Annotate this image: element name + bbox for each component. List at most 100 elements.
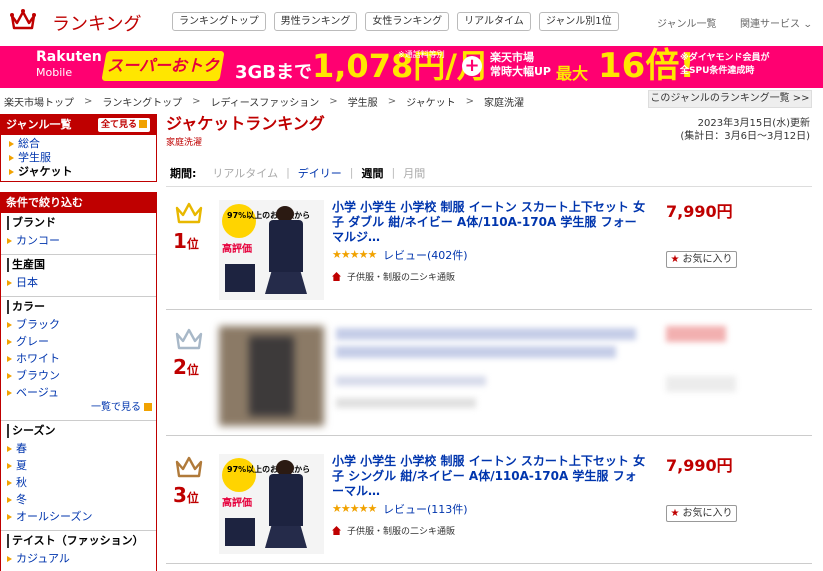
- filter-group-title: ブランド: [7, 216, 156, 230]
- product-title[interactable]: 小学 小学生 小学校 制服 イートン スカート上下セット 女子 シングル 紺/ネ…: [332, 454, 647, 499]
- rating-stars-icon: ★★★★★: [332, 248, 377, 261]
- filter-group-title: 生産国: [7, 258, 156, 272]
- nav-realtime[interactable]: リアルタイム: [457, 12, 531, 31]
- review-link[interactable]: レビュー(113件): [383, 501, 468, 517]
- filter-group-brand: ブランド カンコー: [1, 213, 156, 255]
- genre-item-current[interactable]: ジャケット: [9, 165, 156, 179]
- shop-name: 子供服・制服の二シキ通販: [347, 527, 456, 537]
- filter-item[interactable]: 冬: [7, 491, 156, 508]
- see-all-button[interactable]: 全て見る: [97, 118, 150, 132]
- filter-item[interactable]: 日本: [7, 274, 156, 291]
- nav-men-ranking[interactable]: 男性ランキング: [273, 12, 358, 31]
- blurred-fav[interactable]: [666, 376, 736, 392]
- thumb-jacket: [269, 220, 303, 272]
- banner-brand-name: Rakuten: [36, 49, 102, 65]
- period-realtime[interactable]: リアルタイム: [212, 165, 278, 181]
- blurred-shop: [336, 398, 476, 408]
- product-thumbnail[interactable]: [219, 326, 324, 426]
- period-weekly[interactable]: 週間: [362, 165, 384, 181]
- banner-ichiba-line1: 楽天市場: [490, 51, 534, 64]
- genre-item[interactable]: 学生服: [9, 151, 156, 165]
- rank-number: 2位: [173, 355, 199, 379]
- banner-dia-line2: 全SPU条件達成時: [680, 66, 755, 76]
- breadcrumb-item[interactable]: 楽天市場トップ: [4, 94, 74, 109]
- thumb-skirt: [265, 526, 307, 548]
- product-thumbnail[interactable]: 97%以上のお客様から 高評価: [219, 200, 324, 300]
- nav-pills: ランキングトップ 男性ランキング 女性ランキング リアルタイム ジャンル別1位: [172, 12, 619, 31]
- filter-group-taste: テイスト（ファッション） カジュアル: [1, 531, 156, 571]
- banner-gb: 3GBまで: [235, 62, 313, 83]
- banner-brand: Rakuten Mobile: [36, 49, 102, 81]
- header: ランキング ランキングトップ 男性ランキング 女性ランキング リアルタイム ジャ…: [0, 0, 823, 42]
- rank-suffix: 位: [186, 237, 199, 251]
- filter-item[interactable]: 春: [7, 440, 156, 457]
- genre-list-link[interactable]: ジャンル一覧: [657, 15, 717, 30]
- see-all-label: 全て見る: [100, 120, 137, 130]
- period-monthly[interactable]: 月間: [403, 165, 425, 181]
- banner-diamond-note: ※ダイヤモンド会員が 全SPU条件達成時: [680, 52, 769, 78]
- breadcrumb-separator: >: [329, 95, 338, 107]
- breadcrumb-item-current[interactable]: 家庭洗濯: [484, 94, 524, 109]
- filter-item[interactable]: カジュアル: [7, 550, 156, 567]
- square-arrow-icon: [144, 403, 152, 411]
- filter-item[interactable]: ホワイト: [7, 350, 156, 367]
- show-list-link[interactable]: 一覧で見る: [7, 401, 156, 415]
- thumb-jacket: [269, 474, 303, 526]
- banner-note: ※通話料等別: [398, 50, 445, 59]
- crown-logo-icon[interactable]: [10, 8, 36, 32]
- star-icon: ★: [670, 508, 680, 519]
- related-services-link[interactable]: 関連サービス ⌄: [740, 15, 813, 30]
- favorite-button[interactable]: ★ お気に入り: [666, 505, 737, 522]
- rank-value: 2: [173, 355, 187, 379]
- show-list-label: 一覧で見る: [91, 402, 141, 413]
- filter-item[interactable]: グレー: [7, 333, 156, 350]
- shop-name: 子供服・制服の二シキ通販: [347, 273, 456, 283]
- shop-link[interactable]: 子供服・制服の二シキ通販: [332, 270, 455, 283]
- breadcrumb-item[interactable]: 学生服: [348, 94, 378, 109]
- promo-banner[interactable]: Rakuten Mobile スーパーおトク 3GBまで 1,078円/月 ※通話…: [0, 46, 823, 88]
- related-services-label: 関連サービス: [740, 19, 800, 30]
- rank-value: 1: [173, 229, 187, 253]
- thumb-badge-text: 97%以上のお客様から: [227, 211, 311, 220]
- thumb-label: 高評価: [222, 498, 252, 509]
- breadcrumb-item[interactable]: レディースファッション: [210, 94, 319, 109]
- square-arrow-icon: [139, 120, 147, 128]
- filter-group-season: シーズン 春 夏 秋 冬 オールシーズン: [1, 421, 156, 531]
- update-info: 2023年3月15日(水)更新 (集計日：3月6日～3月12日): [680, 117, 810, 143]
- filter-item[interactable]: オールシーズン: [7, 508, 156, 525]
- filter-box-header: 条件で絞り込む: [1, 193, 156, 213]
- blurred-title[interactable]: [336, 328, 636, 340]
- filter-item[interactable]: カンコー: [7, 232, 156, 249]
- filter-item[interactable]: ベージュ: [7, 384, 156, 401]
- breadcrumb-separator: >: [387, 95, 397, 107]
- favorite-button[interactable]: ★ お気に入り: [666, 251, 737, 268]
- rank-suffix: 位: [186, 491, 199, 505]
- filter-item[interactable]: ブラウン: [7, 367, 156, 384]
- period-range: (集計日：3月6日～3月12日): [680, 131, 810, 142]
- breadcrumb-item[interactable]: ランキングトップ: [102, 94, 182, 109]
- period-label: 期間:: [170, 166, 197, 180]
- nav-ranking-top[interactable]: ランキングトップ: [172, 12, 266, 31]
- filter-item[interactable]: ブラック: [7, 316, 156, 333]
- blurred-title[interactable]: [336, 346, 616, 358]
- breadcrumb-separator: >: [465, 95, 474, 107]
- product-title[interactable]: 小学 小学生 小学校 制服 イートン スカート上下セット 女子 ダブル 紺/ネイ…: [332, 200, 647, 245]
- sidebar: ジャンル一覧 全て見る 総合 学生服 ジャケット 条件で絞り込む ブランド カン…: [0, 114, 157, 571]
- review-link[interactable]: レビュー(402件): [383, 247, 468, 263]
- thumb-flat-jacket: [225, 264, 255, 292]
- ranking-row: 1位 97%以上のお客様から 高評価 小学 小学生 小学校 制服 イートン スカ…: [166, 188, 812, 310]
- filter-item[interactable]: 夏: [7, 457, 156, 474]
- nav-genre-first[interactable]: ジャンル別1位: [538, 12, 619, 31]
- breadcrumb-item[interactable]: ジャケット: [406, 94, 456, 109]
- ranking-row: 2位: [166, 314, 812, 436]
- product-thumbnail[interactable]: 97%以上のお客様から 高評価: [219, 454, 324, 554]
- genre-item[interactable]: 総合: [9, 137, 156, 151]
- nav-women-ranking[interactable]: 女性ランキング: [365, 12, 450, 31]
- shop-link[interactable]: 子供服・制服の二シキ通販: [332, 524, 455, 537]
- banner-ichiba: 楽天市場 常時大幅UP: [490, 51, 551, 79]
- thumb-skirt: [265, 272, 307, 294]
- period-daily[interactable]: デイリー: [298, 165, 342, 181]
- app-title[interactable]: ランキング: [52, 10, 141, 36]
- filter-item[interactable]: 秋: [7, 474, 156, 491]
- genre-ranking-list-button[interactable]: このジャンルのランキング一覧 >>: [648, 90, 812, 108]
